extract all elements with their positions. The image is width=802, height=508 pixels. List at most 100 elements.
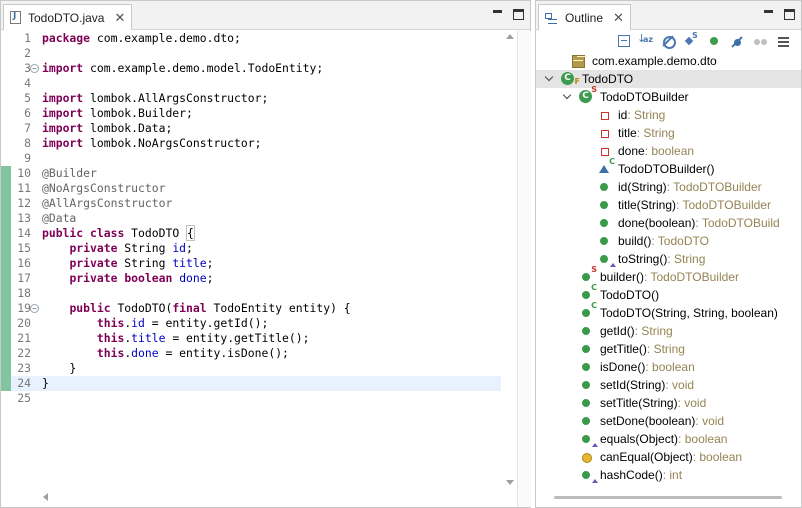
minimize-icon[interactable] (763, 9, 774, 20)
code-line[interactable]: 13 @Data (1, 211, 501, 226)
outline-item[interactable]: equals(Object) : boolean (536, 430, 801, 448)
code-line[interactable]: 25 (1, 391, 501, 406)
scroll-down-icon[interactable] (506, 480, 514, 485)
outline-item[interactable]: canEqual(Object) : boolean (536, 448, 801, 466)
maximize-icon[interactable] (513, 9, 524, 20)
outline-item[interactable]: build() : TodoDTO (536, 232, 801, 250)
editor-horizontal-scrollbar[interactable] (39, 491, 501, 503)
editor-tab-tododto[interactable]: TodoDTO.java ✕ (3, 4, 133, 30)
editor-tab-label: TodoDTO.java (28, 10, 105, 25)
outline-item[interactable]: title : String (536, 124, 801, 142)
editor-vertical-scrollbar[interactable] (503, 31, 517, 491)
code-line[interactable]: 2 (1, 46, 501, 61)
code-line[interactable]: 17 private boolean done; (1, 271, 501, 286)
outline-item-type: : TodoDTOBuild (695, 216, 780, 230)
outline-item[interactable]: toString() : String (536, 250, 801, 268)
outline-tab[interactable]: Outline ✕ (538, 4, 631, 30)
overview-ruler[interactable] (517, 31, 531, 507)
outline-item[interactable]: isDone() : boolean (536, 358, 801, 376)
outline-item[interactable]: title(String) : TodoDTOBuilder (536, 196, 801, 214)
code-line[interactable]: 8 import lombok.NoArgsConstructor; (1, 136, 501, 151)
hide-fields-icon[interactable] (660, 33, 676, 49)
code-line[interactable]: 3− import com.example.demo.model.TodoEnti… (1, 61, 501, 76)
outline-item[interactable]: setTitle(String) : void (536, 394, 801, 412)
outline-item[interactable]: getId() : String (536, 322, 801, 340)
outline-horizontal-scrollbar[interactable] (554, 496, 782, 499)
code-line[interactable]: 21 this.title = entity.getTitle(); (1, 331, 501, 346)
code-token: @Data (42, 211, 77, 225)
outline-item[interactable]: Sbuilder() : TodoDTOBuilder (536, 265, 801, 286)
code-line[interactable]: 9 (1, 151, 501, 166)
outline-item[interactable]: hashCode() : int (536, 466, 801, 484)
minimize-icon[interactable] (492, 9, 503, 20)
sort-icon[interactable] (637, 32, 653, 49)
code-token: TodoDTO (124, 226, 187, 240)
hide-non-public-members-icon[interactable] (706, 33, 722, 49)
outline-item[interactable]: C TodoDTO() (536, 283, 801, 304)
code-token: done (131, 346, 159, 360)
code-line[interactable]: 4 (1, 76, 501, 91)
class-icon: S (578, 85, 597, 105)
outline-tree[interactable]: com.example.demo.dtoFTodoDTOSTodoDTOBuil… (536, 51, 801, 491)
code-line[interactable]: 7 import lombok.Data; (1, 121, 501, 136)
code-line[interactable]: 20 this.id = entity.getId(); (1, 316, 501, 331)
fold-icon[interactable]: − (30, 64, 39, 73)
outline-item[interactable]: com.example.demo.dto (536, 52, 801, 70)
code-line[interactable]: 24} (1, 376, 501, 391)
scroll-left-icon[interactable] (43, 493, 48, 501)
code-line[interactable]: 5 import lombok.AllArgsConstructor; (1, 91, 501, 106)
code-token: import (42, 121, 84, 135)
code-token: id (131, 316, 145, 330)
outline-item[interactable]: FTodoDTO (536, 70, 801, 88)
code-line[interactable]: 18 (1, 286, 501, 301)
code-line[interactable]: 10 @Builder (1, 166, 501, 181)
outline-item-name: isDone() (600, 360, 646, 374)
close-icon[interactable]: ✕ (114, 11, 125, 24)
outline-item[interactable]: id : String (536, 106, 801, 124)
fold-icon[interactable]: − (30, 304, 39, 313)
code-line[interactable]: 16 private String title; (1, 256, 501, 271)
outline-item[interactable]: done : boolean (536, 142, 801, 160)
code-token: private (69, 241, 118, 255)
code-line[interactable]: 23 } (1, 361, 501, 376)
outline-item-name: done (618, 144, 645, 158)
more-options-icon[interactable] (752, 33, 768, 49)
code-line[interactable]: 22 this.done = entity.isDone(); (1, 346, 501, 361)
close-icon[interactable]: ✕ (613, 11, 624, 24)
outline-item[interactable]: C TodoDTO(String, String, boolean) (536, 301, 801, 322)
code-line[interactable]: 12 @AllArgsConstructor (1, 196, 501, 211)
code-token: com.example.demo.dto; (90, 31, 241, 45)
outline-item[interactable]: getTitle() : String (536, 340, 801, 358)
outline-item-name: build() (618, 234, 652, 248)
code-editor[interactable]: 1 package com.example.demo.dto; 2 3− import … (1, 31, 501, 491)
line-number: 3 (24, 61, 31, 75)
code-token: = entity.getTitle(); (165, 331, 310, 345)
view-menu-icon[interactable] (775, 33, 791, 49)
code-line[interactable]: 19− public TodoDTO(final TodoEntity enti… (1, 301, 501, 316)
line-number: 10 (17, 166, 31, 180)
maximize-icon[interactable] (784, 9, 795, 20)
outline-item[interactable]: C TodoDTOBuilder() (536, 157, 801, 178)
code-line[interactable]: 11 @NoArgsConstructor (1, 181, 501, 196)
outline-item[interactable]: setDone(boolean) : void (536, 412, 801, 430)
scroll-up-icon[interactable] (506, 34, 514, 39)
code-token: = entity.isDone(); (158, 346, 289, 360)
hide-static-members-icon[interactable] (683, 31, 699, 49)
code-line[interactable]: 6 import lombok.Builder; (1, 106, 501, 121)
code-token: title (172, 256, 207, 270)
collapse-all-icon[interactable] (618, 35, 630, 47)
outline-item[interactable]: id(String) : TodoDTOBuilder (536, 178, 801, 196)
chevron-down-icon[interactable] (544, 73, 556, 85)
chevron-down-icon[interactable] (562, 91, 574, 103)
line-number: 8 (24, 136, 31, 150)
outline-item[interactable]: setId(String) : void (536, 376, 801, 394)
code-line[interactable]: 1 package com.example.demo.dto; (1, 31, 501, 46)
code-line[interactable]: 15 private String id; (1, 241, 501, 256)
code-line[interactable]: 14 public class TodoDTO { (1, 225, 501, 241)
code-token: { (186, 225, 195, 241)
outline-item[interactable]: STodoDTOBuilder (536, 85, 801, 106)
hide-local-types-icon[interactable] (729, 33, 745, 49)
outline-item[interactable]: done(boolean) : TodoDTOBuild (536, 214, 801, 232)
